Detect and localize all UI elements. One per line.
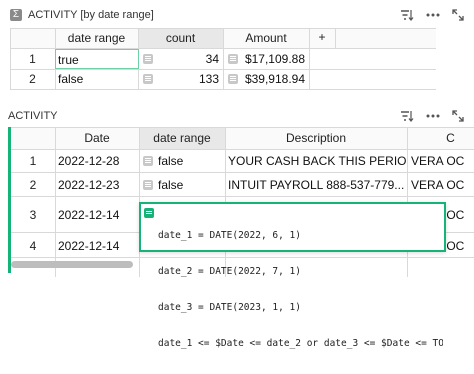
table-cell-c[interactable]: VERA OC bbox=[411, 178, 474, 192]
bool-icon bbox=[143, 156, 153, 166]
table-cell-count[interactable]: 34 bbox=[138, 52, 223, 66]
table-cell-date-range[interactable]: false bbox=[143, 154, 225, 168]
table-cell-date[interactable]: 2022-12-28 bbox=[58, 154, 138, 168]
row-number[interactable]: 3 bbox=[11, 208, 55, 222]
row-number[interactable]: 4 bbox=[11, 239, 55, 253]
formula-line: date_1 <= $Date <= date_2 or date_3 <= $… bbox=[158, 338, 443, 349]
formula-line: date_3 = DATE(2023, 1, 1) bbox=[158, 302, 301, 313]
expand-icon[interactable] bbox=[449, 107, 467, 125]
summary-grid: date range count Amount + 1 true 34 $17,… bbox=[10, 28, 436, 90]
column-header-c[interactable]: C bbox=[407, 131, 474, 145]
column-header-date-range[interactable]: date range bbox=[139, 131, 225, 145]
table-cell-date[interactable]: 2022-12-14 bbox=[58, 208, 138, 222]
table-cell-date[interactable]: 2022-12-14 bbox=[58, 239, 138, 253]
table-cell-date-range[interactable]: false bbox=[58, 72, 138, 86]
column-header-description[interactable]: Description bbox=[225, 131, 407, 145]
formula-icon bbox=[144, 208, 154, 218]
table-cell-amount[interactable]: $17,109.88 bbox=[223, 52, 309, 66]
activity-widget: ACTIVITY Date date range Description C 1… bbox=[0, 103, 474, 349]
table-cell-c[interactable]: VERA OC bbox=[411, 154, 474, 168]
row-number[interactable]: 2 bbox=[10, 72, 55, 86]
bool-icon bbox=[143, 180, 153, 190]
row-number[interactable]: 1 bbox=[11, 154, 55, 168]
table-cell-description[interactable]: INTUIT PAYROLL 888-537-779... bbox=[228, 178, 406, 192]
formula-editor[interactable]: date_1 = DATE(2022, 6, 1) date_2 = DATE(… bbox=[139, 202, 446, 349]
column-header-date[interactable]: Date bbox=[55, 131, 139, 145]
summary-widget: Σ ACTIVITY [by date range] date range co… bbox=[0, 0, 474, 100]
sum-field-icon bbox=[228, 74, 238, 84]
table-cell-description[interactable]: YOUR CASH BACK THIS PERIO... bbox=[228, 154, 406, 168]
sort-filter-icon[interactable] bbox=[398, 107, 416, 125]
more-icon[interactable] bbox=[424, 107, 442, 125]
row-number[interactable]: 1 bbox=[10, 52, 55, 66]
expand-icon[interactable] bbox=[449, 6, 467, 24]
formula-text[interactable]: date_1 = DATE(2022, 6, 1) date_2 = DATE(… bbox=[158, 206, 443, 374]
sum-field-icon bbox=[228, 54, 238, 64]
sum-field-icon bbox=[143, 74, 153, 84]
table-cell-amount[interactable]: $39,918.94 bbox=[223, 72, 309, 86]
column-header-date-range[interactable]: date range bbox=[55, 31, 138, 45]
table-cell-date[interactable]: 2022-12-23 bbox=[58, 178, 138, 192]
add-column-button[interactable]: + bbox=[309, 30, 335, 44]
formula-line: date_1 = DATE(2022, 6, 1) bbox=[158, 230, 301, 241]
table-cell-date-range[interactable]: false bbox=[143, 178, 225, 192]
activity-title: ACTIVITY bbox=[8, 110, 58, 122]
table-cell-date-range[interactable]: true bbox=[55, 49, 139, 69]
sum-icon: Σ bbox=[10, 9, 22, 21]
column-header-count[interactable]: count bbox=[138, 31, 223, 45]
horizontal-scrollbar[interactable] bbox=[11, 261, 133, 268]
sum-field-icon bbox=[143, 54, 153, 64]
summary-title: ACTIVITY [by date range] bbox=[28, 9, 154, 21]
formula-line: date_2 = DATE(2022, 7, 1) bbox=[158, 266, 301, 277]
column-header-amount[interactable]: Amount bbox=[223, 31, 309, 45]
sort-filter-icon[interactable] bbox=[398, 6, 416, 24]
more-icon[interactable] bbox=[424, 6, 442, 24]
table-cell-count[interactable]: 133 bbox=[138, 72, 223, 86]
row-number[interactable]: 2 bbox=[11, 178, 55, 192]
